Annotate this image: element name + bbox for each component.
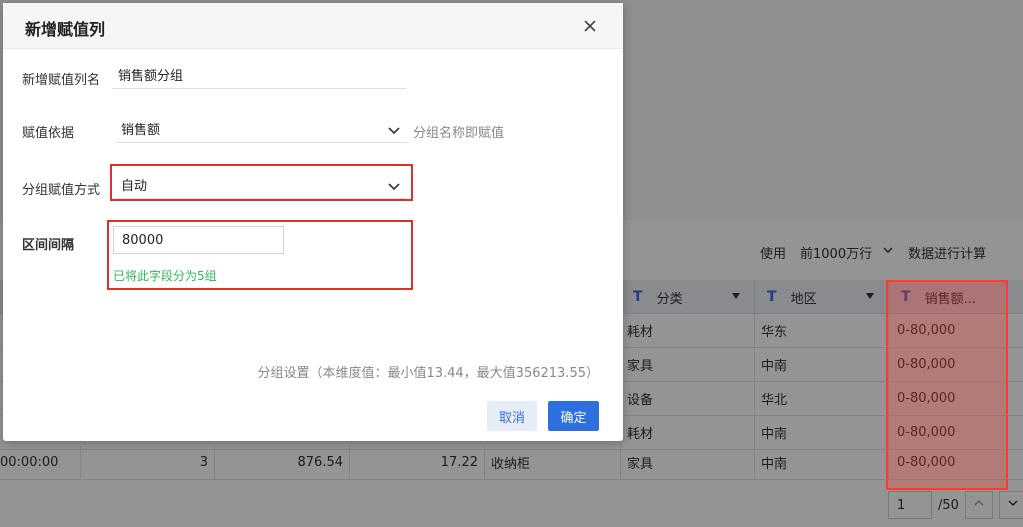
close-button[interactable] bbox=[581, 17, 599, 35]
basis-hint: 分组名称即赋值 bbox=[413, 126, 505, 141]
dialog-title: 新增赋值列 bbox=[25, 20, 106, 39]
dialog-header: 新增赋值列 bbox=[3, 3, 623, 49]
add-assigned-column-dialog: 新增赋值列 新增赋值列名 销售额分组 赋值依据 销售额 分组名称即赋值 分组赋值… bbox=[3, 3, 623, 441]
highlighted-new-column bbox=[886, 280, 1008, 490]
method-label: 分组赋值方式 bbox=[22, 183, 101, 198]
interval-highlight-box bbox=[107, 220, 413, 290]
basis-label: 赋值依据 bbox=[22, 126, 75, 141]
confirm-button[interactable]: 确定 bbox=[548, 401, 599, 431]
dimension-stats-text: 分组设置（本维度值：最小值13.44，最大值356213.55） bbox=[257, 366, 599, 381]
column-name-label: 新增赋值列名 bbox=[22, 73, 101, 88]
interval-label: 区间间隔 bbox=[22, 238, 75, 253]
close-icon bbox=[581, 20, 599, 39]
basis-value: 销售额 bbox=[121, 123, 161, 138]
basis-select[interactable]: 销售额 bbox=[115, 115, 407, 143]
method-highlight-box bbox=[110, 164, 413, 201]
cancel-button[interactable]: 取消 bbox=[487, 401, 537, 431]
chevron-down-icon bbox=[387, 123, 401, 137]
column-name-input[interactable]: 销售额分组 bbox=[112, 61, 406, 89]
